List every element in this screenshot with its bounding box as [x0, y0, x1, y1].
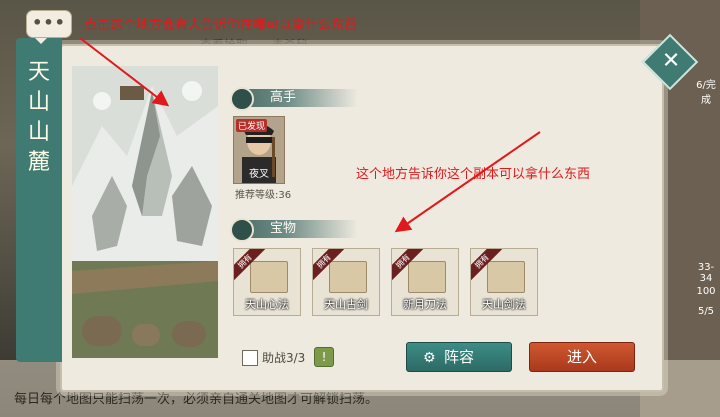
dungeon-title-tab: 天 山 山 麓 [16, 38, 62, 362]
annotation-middle: 这个地方告诉你这个副本可以拿什么东西 [356, 167, 591, 182]
section-bullet-icon [230, 87, 254, 111]
treasure-item[interactable]: 拥有 天山古剑 [312, 248, 380, 316]
treasure-name: 天山古剑 [324, 298, 368, 311]
recommended-level: 推荐等级:36 [235, 190, 292, 201]
treasure-item[interactable]: 拥有 新月刀法 [391, 248, 459, 316]
close-icon: ✕ [661, 48, 681, 74]
assist-info-button[interactable]: ! [314, 347, 334, 367]
hero-card-yecha[interactable]: 已发现 夜叉 [233, 116, 285, 184]
manual-book-icon [250, 261, 288, 293]
treasures-label: 宝物 [270, 221, 297, 236]
enter-button[interactable]: 进入 [529, 342, 635, 372]
treasures-section-header: 宝物 [230, 218, 358, 242]
treasure-item[interactable]: 拥有 天山心法 [233, 248, 301, 316]
treasure-name: 天山心法 [245, 298, 289, 311]
chat-hint-button[interactable]: ••• [26, 10, 72, 44]
manual-book-icon [329, 261, 367, 293]
manual-book-icon [408, 261, 446, 293]
formation-label: 阵容 [443, 348, 474, 366]
enter-label: 进入 [566, 348, 597, 366]
right-chip: 33-34 [697, 262, 715, 284]
treasure-name: 天山剑法 [482, 298, 526, 311]
right-chip: 100 [696, 286, 716, 297]
masters-section-header: 高手 [230, 87, 358, 111]
masters-label: 高手 [270, 90, 297, 105]
annotation-top: 点击这个地方会有人告诉你在哪可以拿什么东西 [84, 18, 358, 33]
section-bullet-icon [230, 218, 254, 242]
formation-button[interactable]: ⚙ 阵容 [406, 342, 512, 372]
right-chip: 5/5 [697, 306, 715, 317]
dungeon-title: 天 山 山 麓 [27, 60, 50, 175]
formation-icon: ⚙ [423, 350, 436, 366]
assist-checkbox[interactable] [242, 350, 258, 366]
right-chip: 6/完成 [696, 80, 716, 106]
discovered-tag: 已发现 [236, 119, 268, 132]
hero-name: 夜叉 [249, 169, 269, 180]
assist-label: 助战3/3 [262, 351, 306, 365]
chat-dots-icon: ••• [32, 13, 66, 32]
manual-book-icon [487, 261, 525, 293]
treasure-item[interactable]: 拥有 天山剑法 [470, 248, 538, 316]
treasure-name: 新月刀法 [403, 298, 447, 311]
dungeon-map-illustration [72, 66, 218, 358]
